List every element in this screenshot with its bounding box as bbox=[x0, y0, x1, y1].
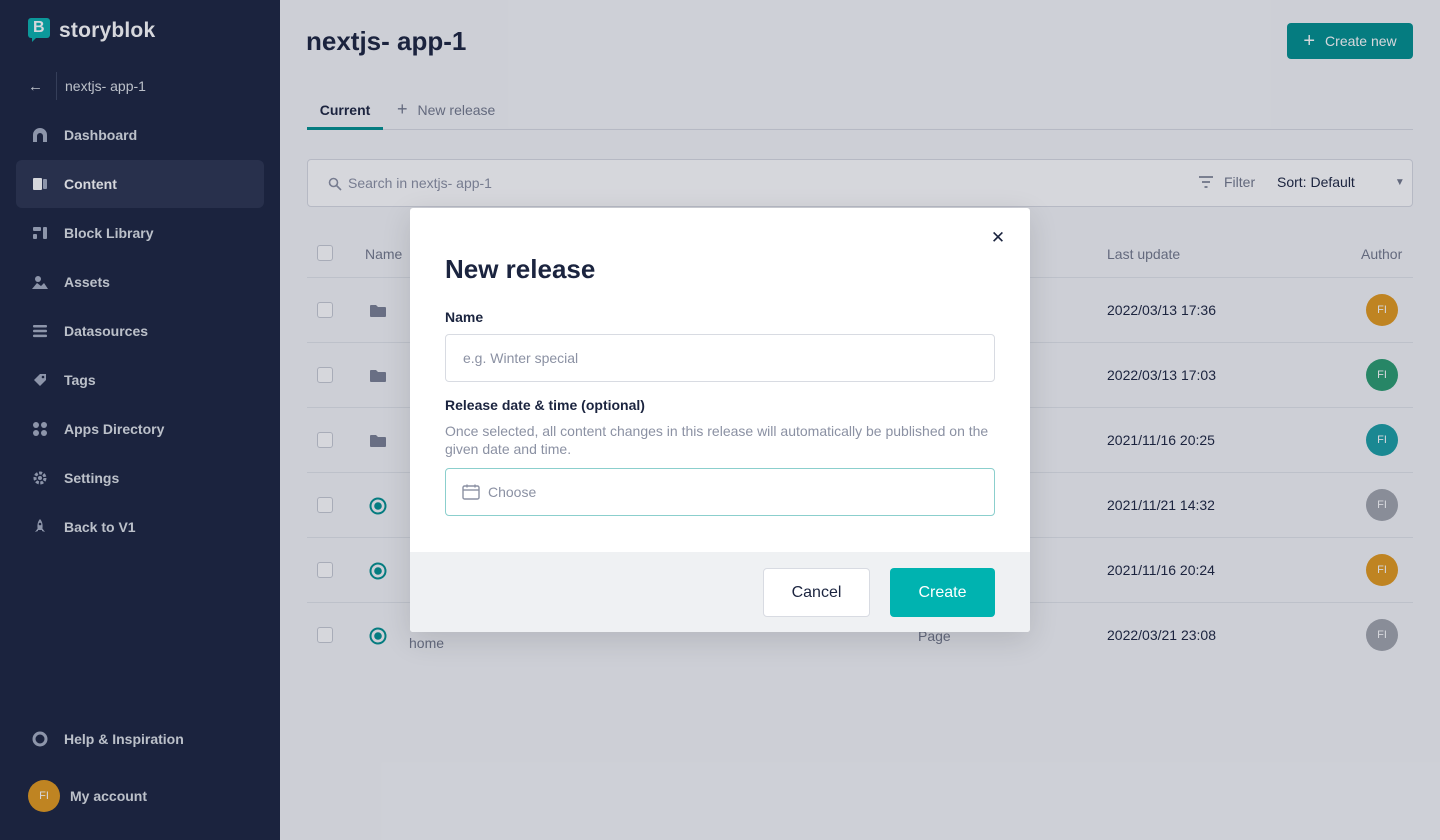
name-label: Name bbox=[445, 309, 484, 325]
modal-title: New release bbox=[445, 254, 596, 284]
create-button[interactable]: Create bbox=[890, 568, 995, 617]
release-date-label: Release date & time (optional) bbox=[445, 397, 645, 413]
cancel-button[interactable]: Cancel bbox=[763, 568, 870, 617]
release-date-hint: Once selected, all content changes in th… bbox=[445, 423, 989, 457]
new-release-modal: ✕ New release Name Release date & time (… bbox=[410, 208, 1030, 632]
close-icon[interactable]: ✕ bbox=[990, 228, 1006, 247]
date-placeholder: Choose bbox=[488, 484, 537, 500]
modal-footer: Cancel Create bbox=[410, 552, 1030, 632]
calendar-icon bbox=[462, 484, 480, 500]
release-date-picker[interactable]: Choose bbox=[445, 468, 995, 516]
release-name-input[interactable] bbox=[445, 334, 995, 382]
